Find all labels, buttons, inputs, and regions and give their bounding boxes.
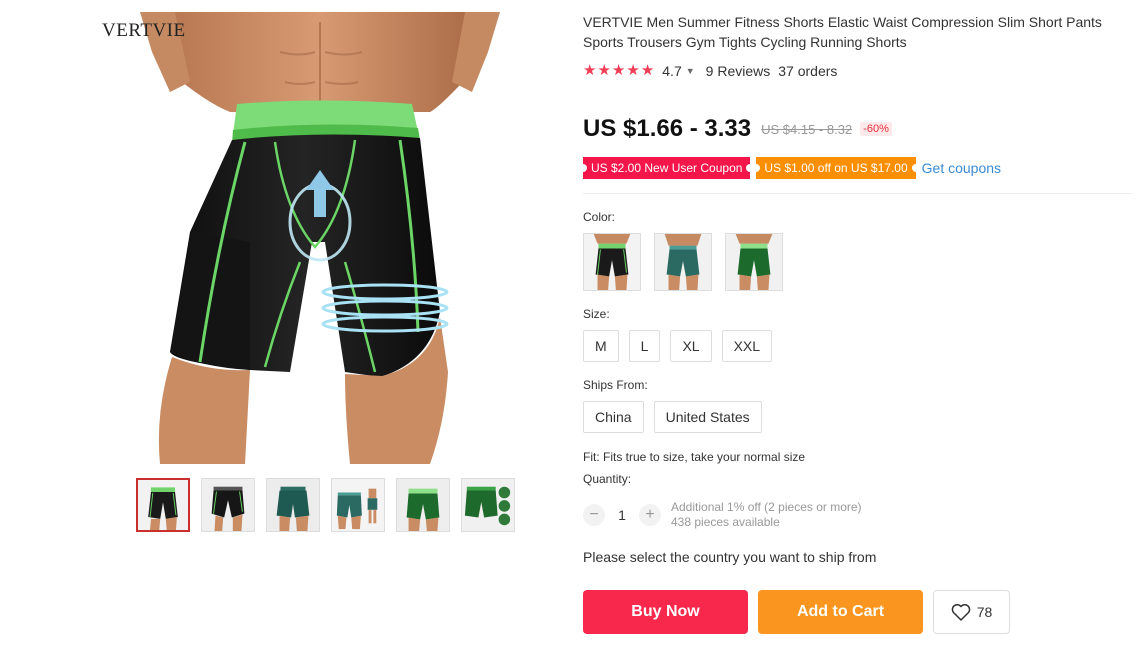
add-to-cart-button[interactable]: Add to Cart	[758, 590, 923, 634]
action-buttons: Buy Now Add to Cart 78	[583, 590, 1010, 634]
color-label: Color:	[583, 210, 616, 224]
color-swatch-green[interactable]	[725, 233, 783, 291]
original-price: US $4.15 - 8.32	[761, 121, 853, 137]
divider	[583, 193, 1133, 194]
discount-badge: -60%	[860, 122, 892, 136]
size-option-xl[interactable]: XL	[670, 330, 712, 362]
stock-available: 438 pieces available	[671, 515, 780, 529]
star-rating[interactable]: ★ ★ ★ ★ ★	[583, 63, 654, 79]
quantity-label: Quantity:	[583, 472, 632, 486]
fit-note: Fit: Fits true to size, take your normal…	[583, 450, 806, 464]
ship-country-note: Please select the country you want to sh…	[583, 549, 877, 565]
wishlist-count: 78	[976, 604, 993, 620]
star-icon: ★	[640, 62, 655, 79]
heart-icon	[951, 603, 971, 621]
size-option-l[interactable]: L	[628, 330, 661, 362]
get-coupons-link[interactable]: Get coupons	[922, 160, 1001, 176]
quantity-minus-button[interactable]: −	[583, 504, 605, 526]
star-icon: ★	[626, 62, 640, 79]
new-user-coupon[interactable]: US $2.00 New User Coupon	[583, 157, 751, 179]
thumbnail-2[interactable]	[266, 478, 320, 532]
brand-logo: VERTVIE	[102, 20, 186, 41]
color-options	[583, 233, 783, 291]
quantity-value[interactable]: 1	[605, 507, 639, 523]
bulk-discount-note: Additional 1% off (2 pieces or more)	[671, 500, 862, 514]
thumbnail-4[interactable]	[396, 478, 450, 532]
price-row: US $1.66 - 3.33 US $4.15 - 8.32 -60%	[583, 115, 892, 143]
thumbnail-5[interactable]	[461, 478, 515, 532]
rating-value[interactable]: 4.7	[662, 63, 681, 79]
current-price: US $1.66 - 3.33	[583, 115, 752, 142]
coupons-row: US $2.00 New User Coupon US $1.00 off on…	[583, 157, 1001, 179]
color-swatch-black[interactable]	[583, 233, 641, 291]
size-option-m[interactable]: M	[583, 330, 619, 362]
ships-from-label: Ships From:	[583, 378, 648, 392]
thumbnail-1[interactable]	[201, 478, 255, 532]
rating-row: ★ ★ ★ ★ ★ 4.7 ▼ 9 Reviews 37 orders	[583, 63, 838, 80]
size-options: M L XL XXL	[583, 330, 773, 362]
quantity-info: Additional 1% off (2 pieces or more) 438…	[671, 500, 862, 530]
color-swatch-teal[interactable]	[654, 233, 712, 291]
wishlist-button[interactable]: 78	[933, 590, 1010, 634]
star-icon: ★	[597, 62, 611, 79]
size-option-xxl[interactable]: XXL	[721, 330, 773, 362]
star-icon: ★	[611, 62, 626, 79]
size-label: Size:	[583, 307, 610, 321]
product-title: VERTVIE Men Summer Fitness Shorts Elasti…	[583, 14, 1102, 50]
product-photo	[140, 12, 500, 464]
orders-count: 37 orders	[778, 63, 838, 79]
store-coupon[interactable]: US $1.00 off on US $17.00	[756, 157, 916, 179]
ships-from-options: China United States	[583, 401, 762, 433]
chevron-down-icon[interactable]: ▼	[686, 66, 695, 76]
main-product-image[interactable]: VERTVIE	[100, 12, 540, 464]
reviews-link[interactable]: 9 Reviews	[706, 63, 771, 79]
quantity-stepper: − 1 + Additional 1% off (2 pieces or mor…	[583, 500, 862, 530]
ships-from-china[interactable]: China	[583, 401, 644, 433]
thumbnail-strip	[136, 478, 515, 532]
star-icon: ★	[583, 62, 597, 79]
buy-now-button[interactable]: Buy Now	[583, 590, 748, 634]
thumbnail-3[interactable]	[331, 478, 385, 532]
quantity-plus-button[interactable]: +	[639, 504, 661, 526]
ships-from-united-states[interactable]: United States	[653, 401, 762, 433]
thumbnail-0[interactable]	[136, 478, 190, 532]
